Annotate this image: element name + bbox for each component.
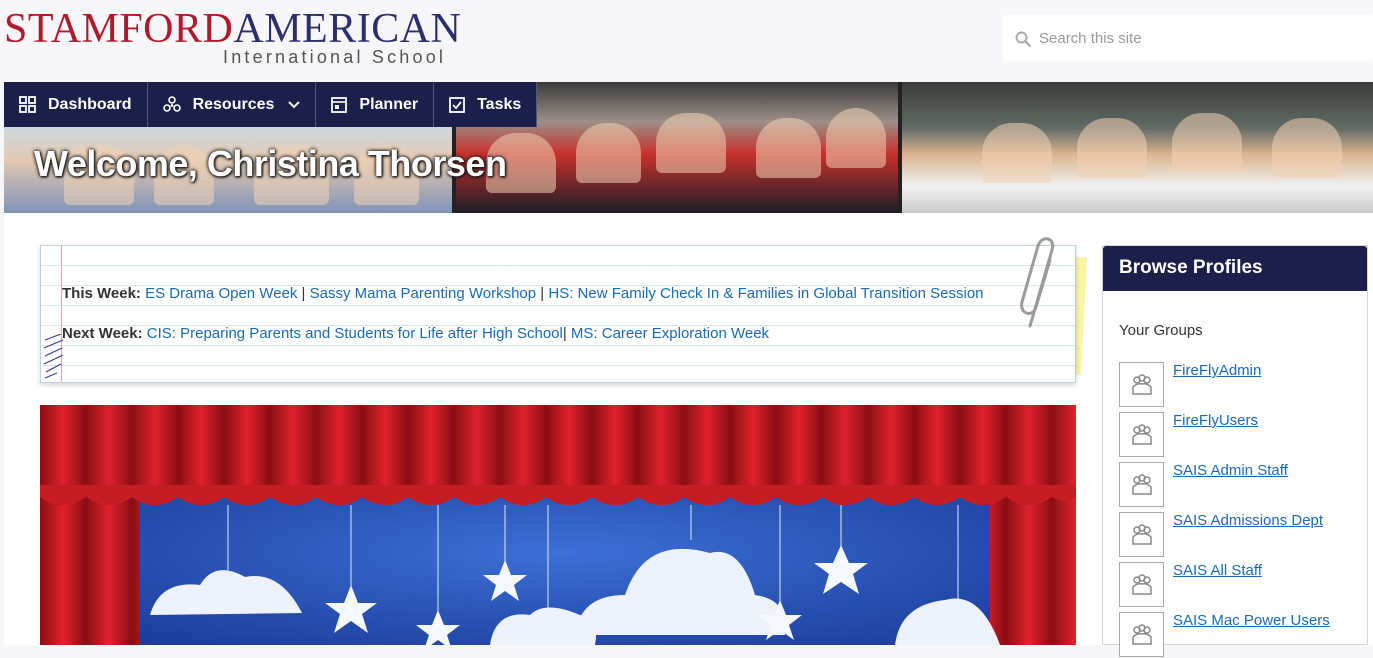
nav-tasks-label: Tasks	[477, 95, 522, 113]
group-link[interactable]: SAIS Mac Power Users	[1173, 612, 1330, 629]
group-link[interactable]: SAIS All Staff	[1173, 562, 1262, 579]
group-avatar[interactable]	[1119, 612, 1164, 657]
drama-stage-image	[40, 405, 1076, 645]
nav-resources-label: Resources	[192, 95, 275, 113]
welcome-heading: Welcome, Christina Thorsen	[34, 143, 507, 184]
group-avatar[interactable]	[1119, 362, 1164, 407]
group-avatar[interactable]	[1119, 412, 1164, 457]
logo-subtitle: International School	[223, 47, 447, 67]
nav-resources[interactable]: Resources	[147, 82, 317, 127]
browse-profiles-title: Browse Profiles	[1103, 246, 1367, 291]
nav-dashboard-label: Dashboard	[48, 95, 132, 113]
event-link-es-drama[interactable]: ES Drama Open Week	[145, 285, 297, 302]
checkbox-icon	[449, 96, 465, 113]
group-item[interactable]: SAIS Mac Power Users	[1119, 612, 1364, 658]
group-avatar[interactable]	[1119, 512, 1164, 557]
nav-dashboard[interactable]: Dashboard	[4, 82, 148, 127]
group-people-icon	[1131, 473, 1152, 495]
event-link-sassy-mama[interactable]: Sassy Mama Parenting Workshop	[310, 285, 537, 302]
group-item[interactable]: FireFlyUsers	[1119, 412, 1364, 458]
nav-planner-label: Planner	[359, 95, 419, 113]
event-link-cis[interactable]: CIS: Preparing Parents and Students for …	[147, 325, 563, 342]
group-people-icon	[1131, 423, 1152, 445]
group-link[interactable]: SAIS Admin Staff	[1173, 462, 1288, 479]
paperclip-icon	[1020, 237, 1055, 328]
group-item[interactable]: FireFlyAdmin	[1119, 362, 1364, 408]
next-week-row: Next Week: CIS: Preparing Parents and St…	[62, 325, 770, 342]
chevron-down-icon	[288, 100, 301, 108]
group-people-icon	[1131, 573, 1152, 595]
this-week-label: This Week:	[62, 285, 141, 302]
nav-tasks[interactable]: Tasks	[434, 82, 538, 127]
group-link[interactable]: FireFlyUsers	[1173, 412, 1258, 429]
site-header: STAMFORDAMERICAN International School	[0, 0, 1373, 82]
search-icon	[1015, 31, 1031, 47]
group-people-icon	[1131, 623, 1152, 645]
group-item[interactable]: SAIS Admin Staff	[1119, 462, 1364, 508]
group-people-icon	[1131, 523, 1152, 545]
group-link[interactable]: FireFlyAdmin	[1173, 362, 1261, 379]
event-link-ms-career[interactable]: MS: Career Exploration Week	[571, 325, 769, 342]
this-week-row: This Week: ES Drama Open Week | Sassy Ma…	[62, 285, 984, 302]
group-item[interactable]: SAIS Admissions Dept	[1119, 512, 1364, 558]
browse-profiles-panel: Browse Profiles Your Groups FireFlyAdmin…	[1102, 245, 1368, 657]
scribble-decoration	[43, 334, 64, 379]
search-input[interactable]	[1039, 15, 1359, 61]
group-avatar[interactable]	[1119, 462, 1164, 507]
banner-photo-older-students	[902, 82, 1373, 213]
grid-icon	[19, 96, 36, 113]
weekly-events-notepad: This Week: ES Drama Open Week | Sassy Ma…	[40, 245, 1076, 383]
main-nav: Dashboard Resources Planner Tasks	[4, 82, 538, 127]
logo-stamford-text: STAMFORD	[4, 6, 234, 52]
your-groups-heading: Your Groups	[1119, 322, 1203, 339]
resources-icon	[162, 95, 181, 112]
group-link[interactable]: SAIS Admissions Dept	[1173, 512, 1323, 529]
school-logo[interactable]: STAMFORDAMERICAN International School	[4, 6, 461, 70]
group-people-icon	[1131, 373, 1152, 395]
next-week-label: Next Week:	[62, 325, 143, 342]
nav-planner[interactable]: Planner	[316, 82, 435, 127]
group-avatar[interactable]	[1119, 562, 1164, 607]
planner-icon	[331, 96, 348, 113]
group-item[interactable]: SAIS All Staff	[1119, 562, 1364, 608]
search-box[interactable]	[1003, 15, 1373, 61]
logo-american-text: AMERICAN	[233, 6, 462, 52]
event-link-hs-family[interactable]: HS: New Family Check In & Families in Gl…	[548, 285, 983, 302]
